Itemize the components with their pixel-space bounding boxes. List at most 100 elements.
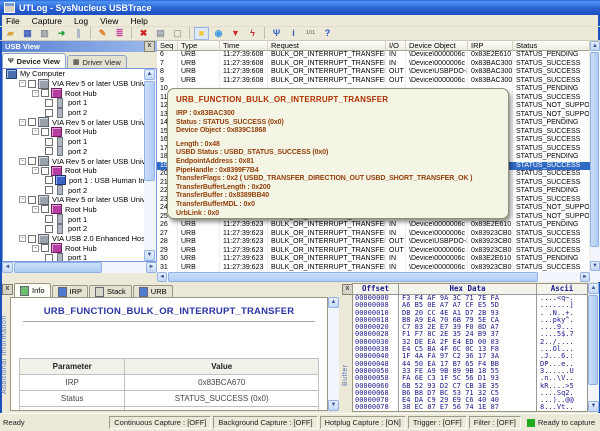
- expand-toggle-icon[interactable]: -: [32, 167, 39, 174]
- tree-item[interactable]: -VIA Rev 5 or later USB Universal Host C: [3, 79, 156, 89]
- scroll-down-icon[interactable]: ▼: [590, 261, 600, 271]
- tree-item[interactable]: -Root Hub: [3, 166, 156, 176]
- table-row[interactable]: 6URB11:27:39:608BULK_OR_INTERRUPT_TRANSF…: [157, 51, 590, 60]
- table-row[interactable]: 28URB11:27:39:623BULK_OR_INTERRUPT_TRANS…: [157, 238, 590, 247]
- tree-item[interactable]: port 1: [3, 137, 156, 147]
- expand-toggle-icon[interactable]: -: [19, 80, 26, 87]
- checkbox[interactable]: [28, 196, 36, 204]
- column-header-irp[interactable]: IRP: [468, 41, 513, 51]
- title-bar[interactable]: UTLog - SysNucleus USBTrace: [0, 0, 600, 15]
- tree-item[interactable]: -Root Hub: [3, 205, 156, 215]
- tree-item[interactable]: port 2: [3, 224, 156, 234]
- info-button[interactable]: i: [286, 27, 301, 40]
- tree-hscrollbar[interactable]: ◄ ►: [2, 262, 157, 273]
- tree-vscroll-thumb[interactable]: [144, 81, 155, 181]
- table-vscrollbar[interactable]: ▲ ▼: [590, 41, 600, 282]
- table-hscroll-thumb[interactable]: [168, 272, 538, 282]
- table-row[interactable]: 8URB11:27:39:608BULK_OR_INTERRUPT_TRANSF…: [157, 68, 590, 77]
- column-header-type[interactable]: Type: [178, 41, 220, 51]
- hex-vscrollbar[interactable]: ▲ ▼: [588, 283, 599, 412]
- column-header-time[interactable]: Time: [220, 41, 268, 51]
- checkbox[interactable]: [45, 99, 53, 107]
- menu-log[interactable]: Log: [68, 16, 94, 26]
- tree-item[interactable]: -Root Hub: [3, 243, 156, 253]
- column-header-io[interactable]: I/O: [386, 41, 406, 51]
- expand-toggle-icon[interactable]: -: [19, 235, 26, 242]
- checkbox[interactable]: [45, 186, 53, 194]
- scroll-right-icon[interactable]: ►: [580, 272, 590, 282]
- tab-driver-view[interactable]: ▦Driver View: [67, 55, 127, 68]
- checkbox[interactable]: [45, 225, 53, 233]
- expand-toggle-icon[interactable]: -: [19, 158, 26, 165]
- usb-view-close-button[interactable]: x: [144, 41, 155, 52]
- table-row[interactable]: 29URB11:27:39:623BULK_OR_INTERRUPT_TRANS…: [157, 247, 590, 256]
- checkbox[interactable]: [45, 254, 53, 262]
- table-row[interactable]: 30URB11:27:39:623BULK_OR_INTERRUPT_TRANS…: [157, 255, 590, 264]
- print-button[interactable]: ▤: [153, 27, 168, 40]
- tree-item[interactable]: port 2: [3, 185, 156, 195]
- checkbox[interactable]: [28, 235, 36, 243]
- tree-item[interactable]: port 2: [3, 147, 156, 157]
- checkbox[interactable]: [45, 215, 53, 223]
- tree-item[interactable]: port 1: [3, 253, 156, 262]
- scroll-up-icon[interactable]: ▲: [328, 297, 339, 308]
- tree-hscroll-thumb[interactable]: [14, 262, 102, 273]
- tree-item[interactable]: -Root Hub: [3, 88, 156, 98]
- tree-item[interactable]: -VIA Rev 5 or later USB Universal Host C: [3, 117, 156, 127]
- scroll-left-icon[interactable]: ◄: [157, 272, 167, 282]
- checkbox[interactable]: [45, 109, 53, 117]
- checkbox[interactable]: [41, 128, 49, 136]
- checkbox[interactable]: [45, 147, 53, 155]
- menu-help[interactable]: Help: [124, 16, 153, 26]
- tree-item[interactable]: -VIA USB 2.0 Enhanced Host Controller: [3, 234, 156, 244]
- table-row[interactable]: 27URB11:27:39:623BULK_OR_INTERRUPT_TRANS…: [157, 230, 590, 239]
- expand-toggle-icon[interactable]: -: [19, 196, 26, 203]
- help-button[interactable]: ?: [320, 27, 335, 40]
- table-vscroll-thumb[interactable]: [590, 52, 599, 247]
- usb-devices-button[interactable]: Ψ: [269, 27, 284, 40]
- checkbox[interactable]: [41, 89, 49, 97]
- scroll-up-icon[interactable]: ▲: [144, 69, 155, 80]
- tab-stack[interactable]: Stack: [89, 285, 132, 297]
- checkbox[interactable]: [41, 167, 49, 175]
- tree-item[interactable]: -VIA Rev 5 or later USB Universal Host C: [3, 156, 156, 166]
- tree-item[interactable]: -Root Hub: [3, 127, 156, 137]
- checkbox[interactable]: [45, 138, 53, 146]
- table-row[interactable]: 31URB11:27:39:623BULK_OR_INTERRUPT_TRANS…: [157, 264, 590, 273]
- log-columns-button[interactable]: ≣: [112, 27, 127, 40]
- save-log-button[interactable]: ▦: [20, 27, 35, 40]
- annotate-button[interactable]: ✎: [95, 27, 110, 40]
- tree-item[interactable]: port 1: [3, 98, 156, 108]
- filter-button[interactable]: ▼: [228, 27, 243, 40]
- clear-log-button[interactable]: ✖: [136, 27, 151, 40]
- menu-capture[interactable]: Capture: [26, 16, 68, 26]
- tree-item[interactable]: -VIA Rev 5 or later USB Universal Host C: [3, 195, 156, 205]
- column-header-request[interactable]: Request: [268, 41, 386, 51]
- export-button[interactable]: ▢: [170, 27, 185, 40]
- expand-toggle-icon[interactable]: -: [32, 245, 39, 252]
- pause-capture-button[interactable]: ∥: [71, 27, 86, 40]
- tree-item[interactable]: port 1 : USB Human Interface D: [3, 176, 156, 186]
- expand-toggle-icon[interactable]: -: [32, 90, 39, 97]
- checkbox[interactable]: [45, 176, 53, 184]
- find-button[interactable]: ◉: [211, 27, 226, 40]
- tab-irp[interactable]: IRP: [52, 285, 89, 297]
- info-panel-close-button[interactable]: x: [2, 284, 13, 295]
- tree-item[interactable]: port 1: [3, 214, 156, 224]
- hex-vscroll-thumb[interactable]: [588, 295, 598, 385]
- menu-view[interactable]: View: [94, 16, 124, 26]
- checkbox[interactable]: [28, 118, 36, 126]
- io-monitor-button[interactable]: 101: [303, 27, 318, 40]
- save-capture-button[interactable]: ▥: [37, 27, 52, 40]
- scroll-left-icon[interactable]: ◄: [2, 262, 13, 273]
- tree-item[interactable]: port 2: [3, 108, 156, 118]
- info-vscrollbar[interactable]: ▲ ▼: [328, 297, 339, 411]
- expand-toggle-icon[interactable]: -: [19, 119, 26, 126]
- tab-device-view[interactable]: ΨDevice View: [2, 53, 66, 68]
- scroll-down-icon[interactable]: ▼: [144, 250, 155, 261]
- checkbox[interactable]: [28, 80, 36, 88]
- table-row[interactable]: 7URB11:27:39:608BULK_OR_INTERRUPT_TRANSF…: [157, 60, 590, 69]
- tree-item[interactable]: My Computer: [3, 69, 156, 79]
- tab-urb[interactable]: URB: [133, 285, 173, 297]
- open-log-button[interactable]: ▰: [3, 27, 18, 40]
